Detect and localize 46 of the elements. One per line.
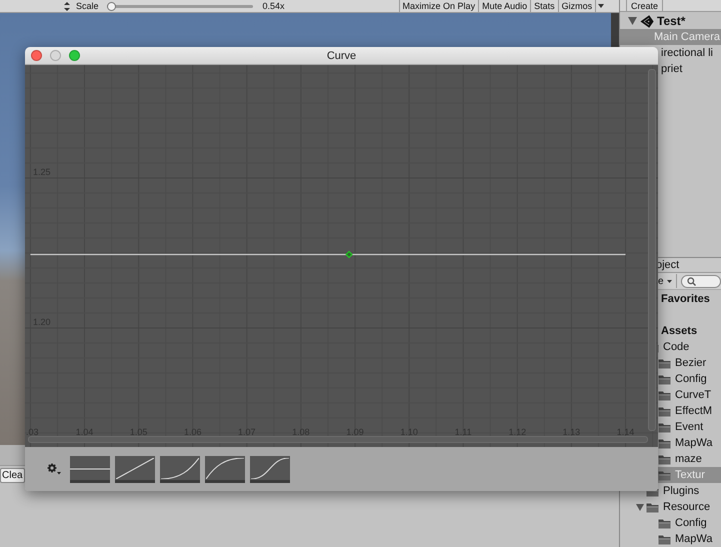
clear-button[interactable]: Clea [0,468,25,483]
folder-icon [646,501,659,513]
folder-icon [658,453,671,465]
folder-icon [658,533,671,545]
scene-name[interactable]: Test* [657,14,686,28]
gear-icon [47,463,61,475]
folder-item[interactable]: MapWa [620,435,721,451]
caret-icon [598,4,604,8]
scale-value: 0.54x [262,1,285,11]
folder-item[interactable]: Resource [620,499,721,515]
curve-preset-icon [116,458,154,478]
vertical-scrollbar[interactable] [648,69,656,431]
folder-item[interactable]: Bezier [620,355,721,371]
folder-item[interactable]: maze [620,451,721,467]
caret-icon [666,280,672,282]
scale-label: Scale [76,1,99,11]
zoom-button[interactable] [69,50,80,61]
folder-icon [658,469,671,481]
dropdown-button[interactable] [595,0,606,12]
curve-preset-icon [206,458,244,478]
curve-preset-icon [161,458,199,478]
curve-preset-button[interactable] [115,456,155,482]
expand-triangle-icon [628,17,637,25]
horizontal-scrollbar[interactable] [28,436,648,443]
toolbar-button[interactable]: Maximize On Play [398,0,478,12]
folder-item[interactable]: EffectM [620,403,721,419]
curve-key-point [345,250,353,258]
curve-preset-button[interactable] [160,456,200,482]
curve-preset-button[interactable] [205,456,245,482]
curve-preset-button[interactable] [250,456,290,482]
folder-item[interactable]: Config [620,515,721,531]
curve-preset-button[interactable] [70,456,110,482]
close-button[interactable] [31,50,42,61]
search-field[interactable] [680,274,721,288]
stepper-icon [64,2,70,10]
scale-slider[interactable] [106,4,253,8]
folder-item[interactable]: MapWa [620,531,721,547]
folder-item[interactable]: CurveT [620,387,721,403]
curve-preset-icon [251,458,289,478]
window-title: Curve [326,50,356,62]
folder-icon [658,517,671,529]
slider-thumb[interactable] [106,2,116,10]
search-icon [686,276,696,286]
create-button[interactable]: Create [626,0,664,11]
unity-logo-icon [640,14,654,28]
folder-item[interactable]: Config [620,371,721,387]
